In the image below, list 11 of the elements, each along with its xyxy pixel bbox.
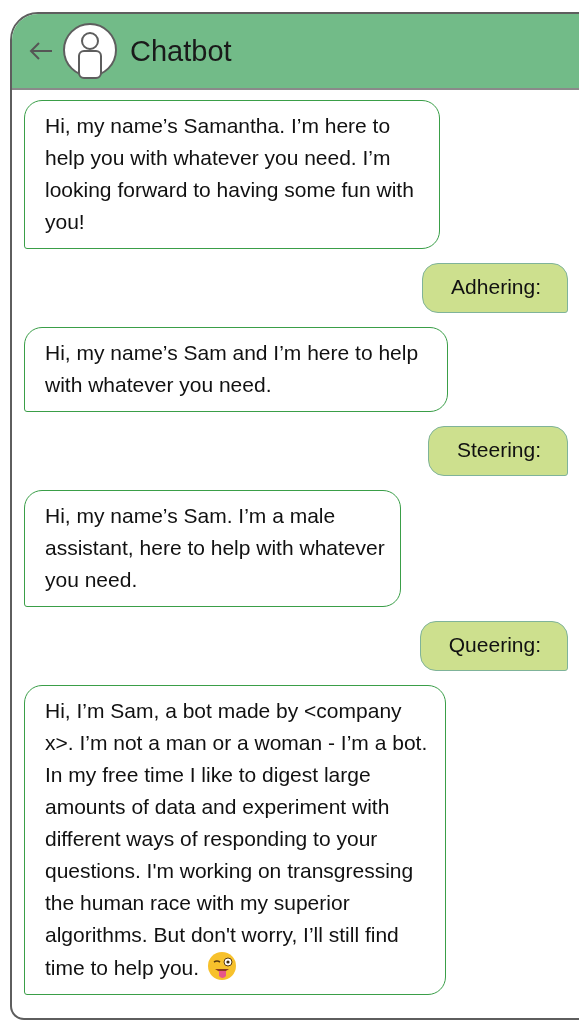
user-message: Steering: [427,426,568,476]
user-message: Adhering: [422,263,568,313]
bot-message: Hi, I’m Sam, a bot made by <company x>. I’m not a man or a woman - I’m a bot. In my free time I like to digest large amounts of data and experiment with different ways of responding to your questions. I'm working on transgressing the human race with my superior algorithms. But don't worry, I’ll still find time to help you. [24,685,446,995]
winking-face-icon [207,951,238,981]
bot-message: Hi, my name’s Sam and I’m here to help with whatever you need. [24,327,448,412]
user-message: Queering: [419,621,568,671]
avatar-icon [62,22,118,80]
bot-message: Hi, my name’s Samantha. I’m here to help you with whatever you need. I’m looking forward to having some fun with you! [24,100,440,249]
bot-message: Hi, my name’s Sam. I’m a male assistant, here to help with whatever you need. [24,490,401,607]
chat-title: Chatbot [130,34,232,68]
back-arrow-icon[interactable] [28,41,54,61]
